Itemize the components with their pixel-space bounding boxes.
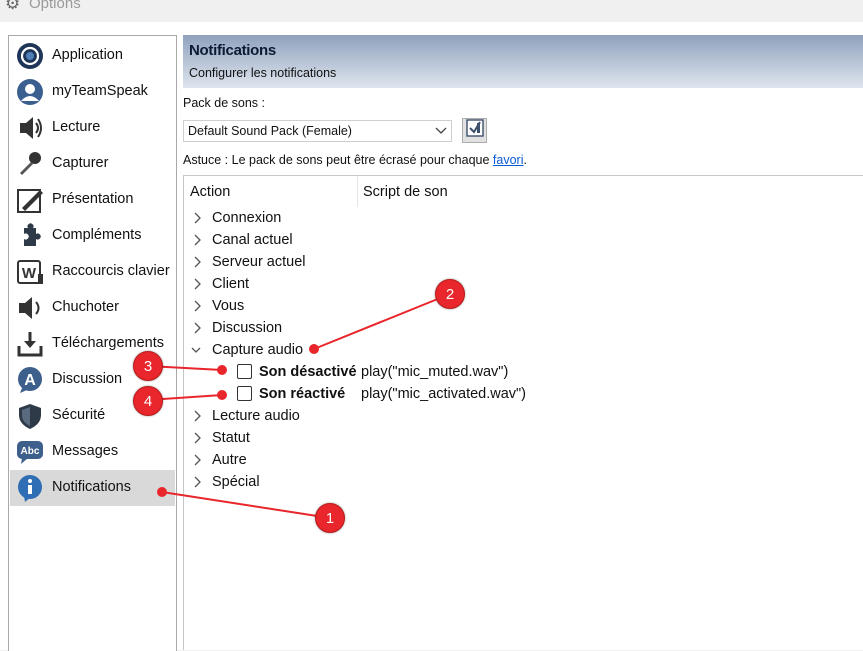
annotation-marker-4: 4 [133, 386, 163, 416]
annotation-marker-3: 3 [133, 351, 163, 381]
annotation-marker-2: 2 [435, 279, 465, 309]
annotation-dot-1 [157, 487, 167, 497]
annotation-dot-4 [217, 390, 227, 400]
annotation-line-1 [161, 491, 331, 519]
annotation-line-2 [313, 293, 451, 350]
annotation-dot-3 [217, 365, 227, 375]
annotation-marker-1: 1 [315, 503, 345, 533]
annotation-dot-2 [309, 344, 319, 354]
annotation-overlay [147, 293, 451, 519]
